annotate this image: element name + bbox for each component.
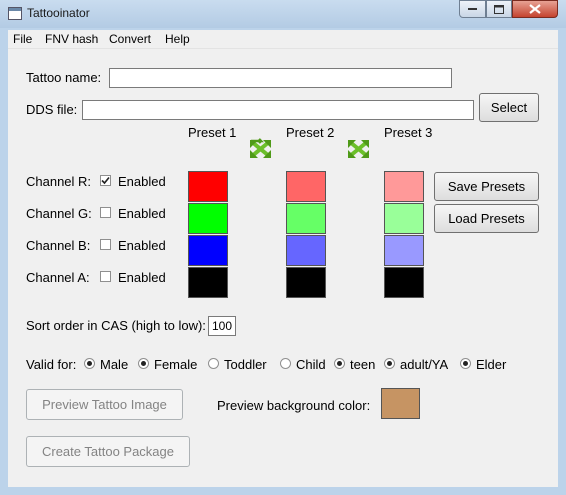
menu-fnv-hash[interactable]: FNV hash bbox=[45, 32, 98, 46]
valid-toddler-radio[interactable] bbox=[208, 358, 219, 369]
channel-r-enabled-label: Enabled bbox=[118, 174, 166, 189]
preview-tattoo-button[interactable]: Preview Tattoo Image bbox=[26, 389, 183, 420]
preset-1-g-swatch[interactable] bbox=[188, 203, 228, 234]
channel-a-checkbox[interactable] bbox=[100, 271, 111, 282]
maximize-icon bbox=[494, 4, 504, 14]
save-presets-button[interactable]: Save Presets bbox=[434, 172, 539, 201]
valid-female-label: Female bbox=[154, 357, 198, 372]
create-tattoo-package-button[interactable]: Create Tattoo Package bbox=[26, 436, 190, 467]
valid-child-radio[interactable] bbox=[280, 358, 291, 369]
preset-3-g-swatch[interactable] bbox=[384, 203, 424, 234]
sort-order-label: Sort order in CAS (high to low): bbox=[26, 318, 206, 333]
load-presets-button[interactable]: Load Presets bbox=[434, 204, 539, 233]
channel-g-enabled-label: Enabled bbox=[118, 206, 166, 221]
minimize-icon bbox=[468, 8, 477, 10]
channel-r-label: Channel R: bbox=[26, 174, 92, 189]
title-bar: Tattooinator bbox=[0, 0, 566, 28]
valid-male-radio[interactable] bbox=[84, 358, 95, 369]
valid-child-label: Child bbox=[296, 357, 326, 372]
channel-g-checkbox[interactable] bbox=[100, 207, 111, 218]
channel-b-checkbox[interactable] bbox=[100, 239, 111, 250]
sort-order-input[interactable] bbox=[208, 316, 236, 336]
valid-teen-label: teen bbox=[350, 357, 376, 372]
preset-1-a-swatch[interactable] bbox=[188, 267, 228, 298]
preset-2-header: Preset 2 bbox=[286, 125, 335, 140]
close-icon bbox=[529, 4, 541, 14]
dds-file-label: DDS file: bbox=[26, 102, 78, 117]
preset-2-g-swatch[interactable] bbox=[286, 203, 326, 234]
preset-2-r-swatch[interactable] bbox=[286, 171, 326, 202]
window-title: Tattooinator bbox=[27, 6, 90, 20]
channel-g-label: Channel G: bbox=[26, 206, 92, 221]
channel-b-enabled-label: Enabled bbox=[118, 238, 166, 253]
channel-r-checkbox[interactable] bbox=[100, 175, 111, 186]
valid-adult-radio[interactable] bbox=[384, 358, 395, 369]
valid-for-label: Valid for: bbox=[26, 357, 77, 372]
valid-female-radio[interactable] bbox=[138, 358, 149, 369]
preset-3-r-swatch[interactable] bbox=[384, 171, 424, 202]
app-icon bbox=[8, 7, 22, 20]
channel-a-label: Channel A: bbox=[26, 270, 90, 285]
valid-teen-radio[interactable] bbox=[334, 358, 345, 369]
channel-b-label: Channel B: bbox=[26, 238, 91, 253]
dds-file-input[interactable] bbox=[82, 100, 474, 120]
checkmark-icon bbox=[101, 176, 110, 185]
valid-elder-radio[interactable] bbox=[460, 358, 471, 369]
preset-1-header: Preset 1 bbox=[188, 125, 237, 140]
preset-2-a-swatch[interactable] bbox=[286, 267, 326, 298]
swap-preset-2-3-icon[interactable] bbox=[347, 138, 371, 160]
preview-bg-label: Preview background color: bbox=[217, 398, 371, 413]
menu-convert[interactable]: Convert bbox=[109, 32, 151, 46]
preset-1-r-swatch[interactable] bbox=[188, 171, 228, 202]
menu-bar: File FNV hash Convert Help bbox=[8, 30, 558, 49]
select-button[interactable]: Select bbox=[479, 93, 539, 122]
tattoo-name-input[interactable] bbox=[109, 68, 452, 88]
valid-male-label: Male bbox=[100, 357, 129, 372]
preset-2-b-swatch[interactable] bbox=[286, 235, 326, 266]
swap-preset-1-2-icon[interactable] bbox=[249, 138, 273, 160]
maximize-button[interactable] bbox=[486, 0, 512, 18]
menu-help[interactable]: Help bbox=[165, 32, 190, 46]
preset-3-a-swatch[interactable] bbox=[384, 267, 424, 298]
minimize-button[interactable] bbox=[459, 0, 486, 18]
valid-elder-label: Elder bbox=[476, 357, 507, 372]
valid-toddler-label: Toddler bbox=[224, 357, 267, 372]
channel-a-enabled-label: Enabled bbox=[118, 270, 166, 285]
main-panel: Tattoo name: DDS file: Select Preset 1 P… bbox=[8, 49, 558, 487]
tattoo-name-label: Tattoo name: bbox=[26, 70, 102, 85]
valid-adult-label: adult/YA bbox=[400, 357, 449, 372]
preset-3-header: Preset 3 bbox=[384, 125, 433, 140]
close-button[interactable] bbox=[512, 0, 558, 18]
preset-1-b-swatch[interactable] bbox=[188, 235, 228, 266]
preview-bg-color-swatch[interactable] bbox=[381, 388, 420, 419]
preset-3-b-swatch[interactable] bbox=[384, 235, 424, 266]
app-window: Tattooinator File FNV hash Convert Help … bbox=[0, 0, 566, 495]
menu-file[interactable]: File bbox=[13, 32, 32, 46]
